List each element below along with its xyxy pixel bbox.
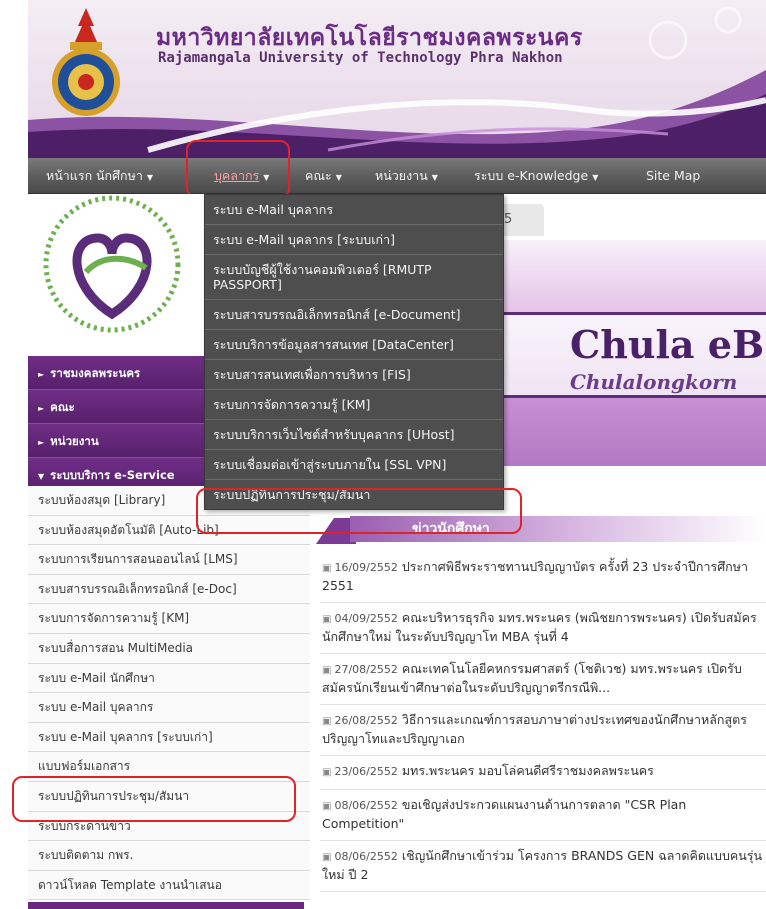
site-header: มหาวิทยาลัยเทคโนโลยีราชมงคลพระนคร Rajama… [28,0,766,158]
chevron-down-icon: ▼ [146,173,154,182]
e-service-list: ระบบห้องสมุด [Library] ระบบห้องสมุดอัตโน… [28,486,310,901]
news-item[interactable]: ▣ 23/06/2552 มทร.พระนคร มอบโล่คนดีศรีราชมง… [320,756,766,790]
personnel-dropdown-menu: ระบบ e-Mail บุคลากร ระบบ e-Mail บุคลากร … [204,194,504,510]
content-tab[interactable]: 5 [500,204,544,236]
service-link-auto-lib[interactable]: ระบบห้องสมุดอัตโนมัติ [Auto-Lib] [28,515,310,546]
dropdown-item-e-document[interactable]: ระบบสารบรรณอิเล็กทรอนิกส์ [e-Document] [205,300,503,330]
banner-title: Chula eB [570,322,765,367]
service-link-e-doc[interactable]: ระบบสารบรรณอิเล็กทรอนิกส์ [e-Doc] [28,574,310,605]
service-link-student-email[interactable]: ระบบ e-Mail นักศึกษา [28,663,310,694]
service-link-km[interactable]: ระบบการจัดการความรู้ [KM] [28,604,310,634]
arrow-right-icon: ► [38,438,45,447]
service-link-forms[interactable]: แบบฟอร์มเอกสาร [28,752,310,782]
arrow-right-icon: ► [38,370,45,379]
news-heading: ข่าวนักศึกษา [412,521,490,537]
news-list: ▣ 16/09/2552 ประกาศพิธีพระราชทานปริญญาบัตร… [320,552,766,892]
news-bullet-icon: ▣ [322,852,332,863]
dropdown-item-staff-email-old[interactable]: ระบบ e-Mail บุคลากร [ระบบเก่า] [205,225,503,255]
dropdown-item-meeting-calendar[interactable]: ระบบปฏิทินการประชุม/สัมนา [205,480,503,509]
dropdown-item-km[interactable]: ระบบการจัดการความรู้ [KM] [205,390,503,420]
news-bullet-icon: ▣ [322,665,332,676]
nav-site-map[interactable]: Site Map [646,158,700,194]
service-link-meeting-calendar[interactable]: ระบบปฏิทินการประชุม/สัมนา [28,781,310,812]
left-footer-bar [28,902,304,909]
nav-faculties[interactable]: คณะ ▼ [305,158,342,194]
chevron-down-icon: ▼ [592,173,599,182]
nav-personnel[interactable]: บุคลากร ▼ [214,158,269,194]
news-bullet-icon: ▣ [322,801,332,812]
news-header: ข่าวนักศึกษา [316,510,766,544]
service-link-bulletin-board[interactable]: ระบบกระดานข่าว [28,811,310,842]
dropdown-item-rmutp-passport[interactable]: ระบบบัญชีผู้ใช้งานคอมพิวเตอร์ [RMUTP PAS… [205,255,503,300]
arrow-right-icon: ► [38,404,45,413]
chevron-down-icon: ▼ [431,173,438,182]
side-menu-item-rmutp[interactable]: ► ราชมงคลพระนคร [28,356,204,390]
service-link-lms[interactable]: ระบบการเรียนการสอนออนไลน์ [LMS] [28,545,310,575]
nav-e-knowledge[interactable]: ระบบ e-Knowledge ▼ [474,158,598,194]
news-item[interactable]: ▣ 26/08/2552 วิธีการและเกณฑ์การสอบภาษาต่าง… [320,705,766,756]
dropdown-item-fis[interactable]: ระบบสารสนเทศเพื่อการบริหาร [FIS] [205,360,503,390]
news-item[interactable]: ▣ 08/06/2552 ขอเชิญส่งประกวดแผนงานด้านการต… [320,790,766,841]
heart-logo-icon [43,195,181,333]
side-menu-item-departments[interactable]: ► หน่วยงาน [28,424,204,458]
service-link-template-download[interactable]: ดาวน์โหลด Template งานนำเสนอ [28,870,310,901]
nav-students[interactable]: นักศึกษา ▼ [96,158,153,194]
chula-ebook-banner[interactable]: Chula eB Chulalongkorn [504,240,766,466]
banner-subtitle: Chulalongkorn [570,370,738,394]
service-link-kpr-tracking[interactable]: ระบบติดตาม กพร. [28,841,310,871]
dropdown-item-datacenter[interactable]: ระบบบริการข้อมูลสารสนเทศ [DataCenter] [205,330,503,360]
news-bullet-icon: ▣ [322,716,332,727]
news-bullet-icon: ▣ [322,767,332,778]
main-navbar: หน้าแรก นักศึกษา ▼ บุคลากร ▼ คณะ ▼ หน่วยงาน… [28,158,766,194]
dropdown-item-uhost[interactable]: ระบบบริการเว็บไซต์สำหรับบุคลากร [UHost] [205,420,503,450]
chevron-down-icon: ▼ [335,173,342,182]
service-link-staff-email[interactable]: ระบบ e-Mail บุคลากร [28,693,310,723]
news-item[interactable]: ▣ 27/08/2552 คณะเทคโนโลยีคหกรรมศาสตร์ (โชต… [320,654,766,705]
service-link-multimedia[interactable]: ระบบสื่อการสอน MultiMedia [28,633,310,664]
university-seal-icon[interactable] [46,4,126,124]
service-link-staff-email-old[interactable]: ระบบ e-Mail บุคลากร [ระบบเก่า] [28,722,310,753]
news-item[interactable]: ▣ 16/09/2552 ประกาศพิธีพระราชทานปริญญาบัตร… [320,552,766,603]
news-item[interactable]: ▣ 04/09/2552 คณะบริหารธุรกิจ มทร.พระนคร (พ… [320,603,766,654]
dropdown-item-ssl-vpn[interactable]: ระบบเชื่อมต่อเข้าสู่ระบบภายใน [SSL VPN] [205,450,503,480]
chevron-down-icon: ▼ [263,173,270,182]
news-bullet-icon: ▣ [322,563,332,574]
side-menu-item-faculties[interactable]: ► คณะ [28,390,204,424]
nav-home[interactable]: หน้าแรก [46,158,92,194]
arrow-down-icon: ▼ [38,472,45,481]
news-item[interactable]: ▣ 08/06/2552 เชิญนักศึกษาเข้าร่วม โครงการ … [320,841,766,892]
nav-departments[interactable]: หน่วยงาน ▼ [375,158,438,194]
side-menu: ► ราชมงคลพระนคร ► คณะ ► หน่วยงาน ▼ ระบบบริกา… [28,356,204,492]
dropdown-item-staff-email[interactable]: ระบบ e-Mail บุคลากร [205,195,503,225]
university-name-english: Rajamangala University of Technology Phr… [158,50,563,66]
left-promo-banner[interactable] [28,194,204,354]
news-bullet-icon: ▣ [322,614,332,625]
